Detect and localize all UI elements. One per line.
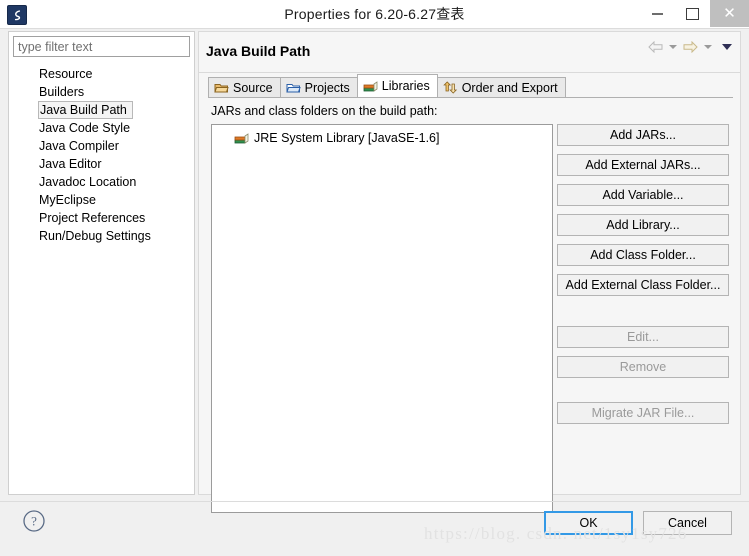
tab-order-and-export[interactable]: Order and Export (436, 77, 566, 97)
ok-button[interactable]: OK (544, 511, 633, 535)
filter-input[interactable] (13, 36, 190, 57)
build-path-entries-list[interactable]: JRE System Library [JavaSE-1.6] (211, 124, 553, 513)
sidebar-item-label: Java Code Style (39, 121, 131, 135)
add-class-folder-button[interactable]: Add Class Folder... (557, 244, 729, 266)
tab-libraries[interactable]: Libraries (356, 74, 438, 97)
add-variable-button[interactable]: Add Variable... (557, 184, 729, 206)
order-export-icon (442, 81, 458, 94)
title-bar: Properties for 6.20-6.27查表 ✕ (0, 0, 749, 29)
source-folder-icon (214, 81, 229, 94)
migrate-jar-file-button[interactable]: Migrate JAR File... (557, 402, 729, 424)
libraries-books-icon (363, 80, 378, 93)
sidebar-item-java-compiler[interactable]: Java Compiler (9, 137, 194, 155)
tab-label: Projects (304, 80, 350, 95)
sidebar-item-javadoc-location[interactable]: Javadoc Location (9, 173, 194, 191)
tab-source[interactable]: Source (208, 77, 281, 97)
view-menu-icon[interactable] (722, 44, 732, 50)
title-divider (199, 72, 740, 73)
page-navigation-controls (648, 41, 732, 53)
sidebar-item-java-code-style[interactable]: Java Code Style (9, 119, 194, 137)
libraries-books-icon (234, 132, 249, 145)
maximize-button[interactable] (675, 0, 710, 27)
sidebar-item-label: Project References (39, 211, 146, 225)
sidebar-item-run-debug-settings[interactable]: Run/Debug Settings (9, 227, 194, 245)
page-title: Java Build Path (206, 43, 311, 59)
tab-underline (208, 97, 733, 98)
add-external-jars-button[interactable]: Add External JARs... (557, 154, 729, 176)
close-button[interactable]: ✕ (710, 0, 749, 27)
dialog-buttons: OK Cancel (544, 511, 732, 535)
svg-text:?: ? (31, 514, 37, 529)
sidebar-item-java-editor[interactable]: Java Editor (9, 155, 194, 173)
sidebar-item-label: Builders (39, 85, 85, 99)
add-external-class-folder-button[interactable]: Add External Class Folder... (557, 274, 729, 296)
forward-arrow-icon[interactable] (683, 41, 698, 53)
minimize-button[interactable] (640, 0, 675, 27)
tab-projects[interactable]: Projects (279, 77, 358, 97)
list-item[interactable]: JRE System Library [JavaSE-1.6] (212, 129, 552, 147)
help-button[interactable]: ? (22, 509, 46, 533)
settings-content-panel: Java Build Path Source Projects Librarie… (198, 31, 741, 513)
window-title: Properties for 6.20-6.27查表 (284, 6, 465, 22)
list-item-label: JRE System Library [JavaSE-1.6] (254, 131, 440, 145)
settings-tree: Resource Builders Java Build Path Java C… (9, 65, 194, 245)
cancel-button[interactable]: Cancel (643, 511, 732, 535)
minimize-icon (652, 12, 663, 15)
sidebar-item-myeclipse[interactable]: MyEclipse (9, 191, 194, 209)
forward-dropdown-icon[interactable] (704, 45, 712, 49)
edit-button[interactable]: Edit... (557, 326, 729, 348)
build-path-tabs: Source Projects Libraries Order and Expo… (208, 74, 566, 97)
back-arrow-icon[interactable] (648, 41, 663, 53)
tab-label: Order and Export (461, 80, 558, 95)
sidebar-item-label: Java Compiler (39, 139, 119, 153)
sidebar-item-label: Run/Debug Settings (39, 229, 151, 243)
remove-button[interactable]: Remove (557, 356, 729, 378)
sidebar-item-label: Java Editor (39, 157, 102, 171)
sidebar-item-label: Resource (39, 67, 93, 81)
close-icon: ✕ (723, 5, 736, 22)
add-jars-button[interactable]: Add JARs... (557, 124, 729, 146)
content-description: JARs and class folders on the build path… (211, 104, 438, 118)
sidebar-item-builders[interactable]: Builders (9, 83, 194, 101)
sidebar-item-label: Javadoc Location (39, 175, 137, 189)
tab-label: Source (233, 80, 273, 95)
sidebar-item-resource[interactable]: Resource (9, 65, 194, 83)
tab-label: Libraries (381, 79, 430, 93)
settings-navigation-panel: Resource Builders Java Build Path Java C… (8, 31, 195, 495)
build-path-actions: Add JARs... Add External JARs... Add Var… (557, 124, 729, 432)
maximize-icon (686, 7, 699, 20)
sidebar-item-label: Java Build Path (40, 103, 127, 117)
footer-divider (0, 501, 749, 502)
sidebar-item-project-references[interactable]: Project References (9, 209, 194, 227)
back-dropdown-icon[interactable] (669, 45, 677, 49)
sidebar-item-label: MyEclipse (39, 193, 96, 207)
add-library-button[interactable]: Add Library... (557, 214, 729, 236)
sidebar-item-java-build-path[interactable]: Java Build Path (38, 101, 133, 119)
projects-folder-icon (285, 81, 301, 94)
